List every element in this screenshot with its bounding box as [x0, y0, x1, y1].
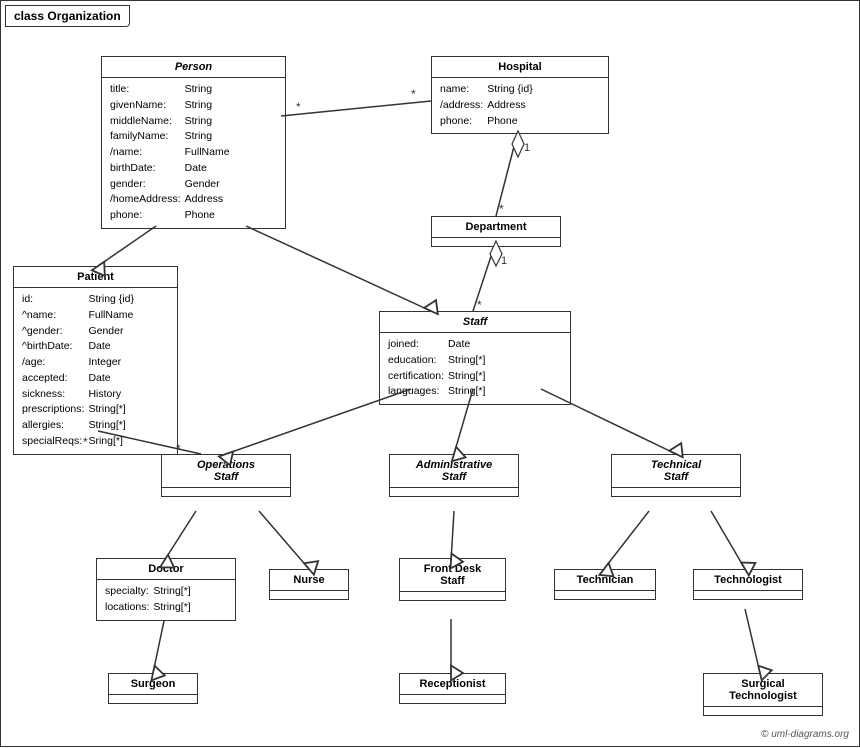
technologist-class: Technologist	[693, 569, 803, 600]
department-class: Department	[431, 216, 561, 247]
technical-staff-class: TechnicalStaff	[611, 454, 741, 497]
patient-class: Patient id:String {id} ^name:FullName ^g…	[13, 266, 178, 455]
surgical-technologist-attrs	[704, 707, 822, 715]
department-class-name: Department	[432, 217, 560, 238]
technologist-class-name: Technologist	[694, 570, 802, 591]
staff-class: Staff joined:Date education:String[*] ce…	[379, 311, 571, 405]
technical-staff-class-name: TechnicalStaff	[612, 455, 740, 488]
person-attrs: title:String givenName:String middleName…	[102, 78, 285, 228]
staff-attrs: joined:Date education:String[*] certific…	[380, 333, 570, 404]
surgeon-attrs	[109, 695, 197, 703]
svg-text:*: *	[411, 87, 416, 101]
technical-staff-attrs	[612, 488, 740, 496]
person-class: Person title:String givenName:String mid…	[101, 56, 286, 229]
staff-class-name: Staff	[380, 312, 570, 333]
svg-text:1: 1	[524, 142, 530, 154]
nurse-class: Nurse	[269, 569, 349, 600]
receptionist-attrs	[400, 695, 505, 703]
doctor-class-name: Doctor	[97, 559, 235, 580]
admin-staff-attrs	[390, 488, 518, 496]
hospital-class-name: Hospital	[432, 57, 608, 78]
technician-class-name: Technician	[555, 570, 655, 591]
operations-staff-attrs	[162, 488, 290, 496]
diagram-title: class Organization	[5, 5, 130, 27]
surgeon-class-name: Surgeon	[109, 674, 197, 695]
diagram-container: class Organization * *	[0, 0, 860, 747]
front-desk-class: Front DeskStaff	[399, 558, 506, 601]
hospital-attrs: name:String {id} /address:Address phone:…	[432, 78, 608, 133]
svg-text:1: 1	[501, 255, 507, 267]
person-class-name: Person	[102, 57, 285, 78]
front-desk-attrs	[400, 592, 505, 600]
svg-text:*: *	[296, 100, 301, 114]
patient-attrs: id:String {id} ^name:FullName ^gender:Ge…	[14, 288, 177, 454]
surgical-technologist-class-name: SurgicalTechnologist	[704, 674, 822, 707]
operations-staff-class-name: OperationsStaff	[162, 455, 290, 488]
svg-text:*: *	[477, 298, 482, 312]
hospital-class: Hospital name:String {id} /address:Addre…	[431, 56, 609, 134]
front-desk-class-name: Front DeskStaff	[400, 559, 505, 592]
receptionist-class-name: Receptionist	[400, 674, 505, 695]
doctor-class: Doctor specialty:String[*] locations:Str…	[96, 558, 236, 621]
svg-text:*: *	[499, 202, 504, 216]
patient-class-name: Patient	[14, 267, 177, 288]
copyright: © uml-diagrams.org	[761, 729, 849, 740]
technologist-attrs	[694, 591, 802, 599]
operations-staff-class: OperationsStaff	[161, 454, 291, 497]
admin-staff-class-name: AdministrativeStaff	[390, 455, 518, 488]
surgical-technologist-class: SurgicalTechnologist	[703, 673, 823, 716]
technician-class: Technician	[554, 569, 656, 600]
doctor-attrs: specialty:String[*] locations:String[*]	[97, 580, 235, 620]
surgeon-class: Surgeon	[108, 673, 198, 704]
technician-attrs	[555, 591, 655, 599]
receptionist-class: Receptionist	[399, 673, 506, 704]
nurse-attrs	[270, 591, 348, 599]
department-attrs	[432, 238, 560, 246]
admin-staff-class: AdministrativeStaff	[389, 454, 519, 497]
nurse-class-name: Nurse	[270, 570, 348, 591]
